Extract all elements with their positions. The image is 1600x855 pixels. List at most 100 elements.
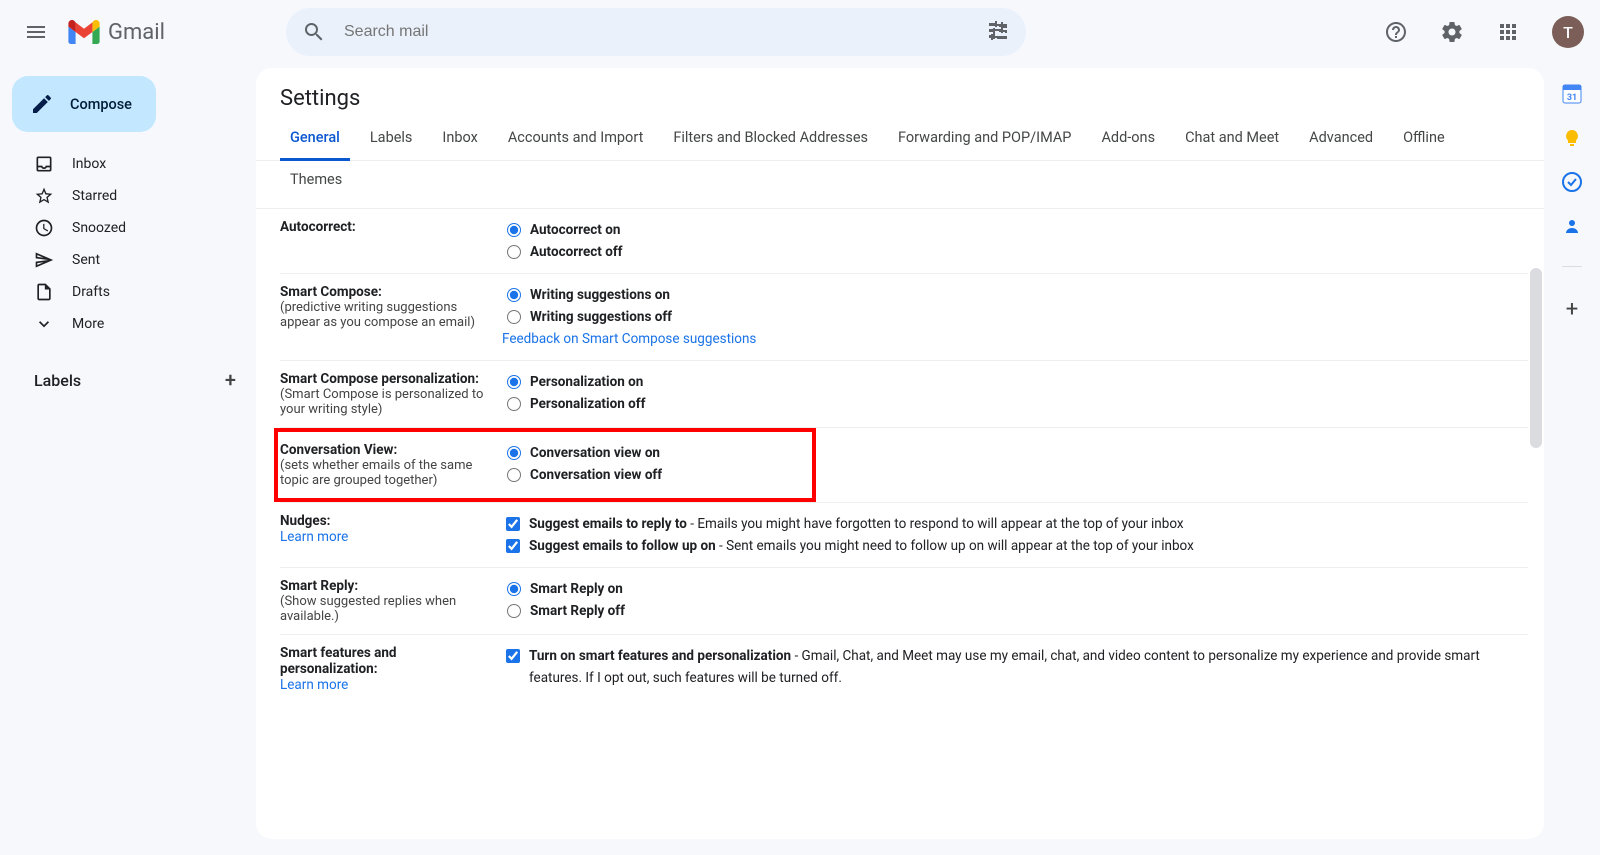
- tasks-icon[interactable]: [1562, 172, 1582, 192]
- setting-desc: (Smart Compose is personalized to your w…: [280, 387, 494, 417]
- setting-title: Autocorrect:: [280, 219, 494, 235]
- apps-icon[interactable]: [1488, 12, 1528, 52]
- option-label: Writing suggestions off: [530, 306, 672, 328]
- tab-themes[interactable]: Themes: [280, 161, 352, 203]
- tab-accounts[interactable]: Accounts and Import: [498, 119, 653, 161]
- autocorrect-off-radio[interactable]: [507, 245, 521, 259]
- add-label-button[interactable]: +: [225, 368, 236, 392]
- option-label: Suggest emails to reply to: [529, 516, 687, 532]
- keep-icon[interactable]: [1562, 128, 1582, 148]
- setting-autocorrect: Autocorrect: Autocorrect on Autocorrect …: [280, 209, 1528, 274]
- conversation-view-off-radio[interactable]: [507, 468, 521, 482]
- main-menu-button[interactable]: [12, 8, 60, 56]
- smart-compose-on-radio[interactable]: [507, 288, 521, 302]
- setting-smart-compose: Smart Compose: (predictive writing sugge…: [280, 274, 1528, 361]
- separator: [1562, 266, 1582, 267]
- tab-addons[interactable]: Add-ons: [1091, 119, 1165, 161]
- clock-icon: [34, 218, 54, 238]
- settings-tabs-row2: Themes: [256, 161, 1544, 209]
- nav-inbox[interactable]: Inbox: [8, 148, 244, 180]
- tab-offline[interactable]: Offline: [1393, 119, 1455, 161]
- setting-desc: (sets whether emails of the same topic a…: [280, 458, 494, 488]
- setting-title: Smart Compose personalization:: [280, 371, 494, 387]
- search-options-icon[interactable]: [978, 12, 1018, 52]
- get-addons-button[interactable]: +: [1566, 297, 1578, 322]
- calendar-icon[interactable]: 31: [1562, 84, 1582, 104]
- nav-snoozed[interactable]: Snoozed: [8, 212, 244, 244]
- smart-compose-off-radio[interactable]: [507, 310, 521, 324]
- nav-sent[interactable]: Sent: [8, 244, 244, 276]
- setting-title: Nudges:: [280, 513, 494, 529]
- page-title: Settings: [256, 68, 1544, 119]
- send-icon: [34, 250, 54, 270]
- settings-icon[interactable]: [1432, 12, 1472, 52]
- setting-desc: (Show suggested replies when available.): [280, 594, 494, 624]
- tab-general[interactable]: General: [280, 119, 350, 161]
- option-label: Suggest emails to follow up on: [529, 538, 716, 554]
- compose-button[interactable]: Compose: [12, 76, 156, 132]
- option-label: Personalization on: [530, 371, 643, 393]
- personalization-on-radio[interactable]: [507, 375, 521, 389]
- settings-tabs: General Labels Inbox Accounts and Import…: [256, 119, 1544, 161]
- search-bar[interactable]: [286, 8, 1026, 56]
- option-label: Turn on smart features and personalizati…: [529, 648, 791, 664]
- tab-forwarding[interactable]: Forwarding and POP/IMAP: [888, 119, 1081, 161]
- option-label: Autocorrect on: [530, 219, 620, 241]
- nav-label: Inbox: [72, 156, 106, 172]
- contacts-icon[interactable]: [1562, 216, 1582, 236]
- app-name: Gmail: [108, 20, 165, 45]
- nav-drafts[interactable]: Drafts: [8, 276, 244, 308]
- conversation-view-on-radio[interactable]: [507, 446, 521, 460]
- search-input[interactable]: [342, 22, 970, 42]
- option-label: Conversation view off: [530, 464, 662, 486]
- svg-text:31: 31: [1567, 93, 1577, 103]
- tab-filters[interactable]: Filters and Blocked Addresses: [663, 119, 878, 161]
- autocorrect-on-radio[interactable]: [507, 223, 521, 237]
- setting-nudges: Nudges: Learn more Suggest emails to rep…: [280, 503, 1528, 568]
- nav-label: Snoozed: [72, 220, 126, 236]
- scrollbar[interactable]: [1530, 268, 1542, 448]
- account-avatar[interactable]: T: [1552, 16, 1584, 48]
- nav-more[interactable]: More: [8, 308, 244, 340]
- smart-features-checkbox[interactable]: [506, 649, 520, 663]
- personalization-off-radio[interactable]: [507, 397, 521, 411]
- tab-chat[interactable]: Chat and Meet: [1175, 119, 1289, 161]
- nudges-learn-more-link[interactable]: Learn more: [280, 529, 348, 545]
- nudges-followup-checkbox[interactable]: [506, 539, 520, 553]
- nudges-reply-checkbox[interactable]: [506, 517, 520, 531]
- option-label: Writing suggestions on: [530, 284, 670, 306]
- star-icon: [34, 186, 54, 206]
- option-label: Personalization off: [530, 393, 645, 415]
- option-label: Conversation view on: [530, 442, 660, 464]
- nav-label: Sent: [72, 252, 100, 268]
- nav-starred[interactable]: Starred: [8, 180, 244, 212]
- compose-label: Compose: [70, 96, 132, 113]
- option-desc: - Sent emails you might need to follow u…: [716, 538, 1194, 554]
- setting-conversation-view: Conversation View: (sets whether emails …: [280, 438, 812, 492]
- nav-label: Drafts: [72, 284, 110, 300]
- support-icon[interactable]: [1376, 12, 1416, 52]
- setting-desc: (predictive writing suggestions appear a…: [280, 300, 494, 330]
- option-label: Autocorrect off: [530, 241, 623, 263]
- tab-labels[interactable]: Labels: [360, 119, 423, 161]
- draft-icon: [34, 282, 54, 302]
- smart-reply-off-radio[interactable]: [507, 604, 521, 618]
- search-icon[interactable]: [294, 12, 334, 52]
- smart-features-learn-more-link[interactable]: Learn more: [280, 677, 348, 693]
- setting-smart-reply: Smart Reply: (Show suggested replies whe…: [280, 568, 1528, 635]
- setting-smart-features: Smart features and personalization: Lear…: [280, 635, 1528, 703]
- tab-advanced[interactable]: Advanced: [1299, 119, 1383, 161]
- setting-title: Smart Compose:: [280, 284, 494, 300]
- labels-heading: Labels: [34, 371, 81, 390]
- smart-reply-on-radio[interactable]: [507, 582, 521, 596]
- setting-title: Conversation View:: [280, 442, 494, 458]
- gmail-logo[interactable]: Gmail: [68, 20, 268, 45]
- nav-label: More: [72, 316, 104, 332]
- nav-label: Starred: [72, 188, 117, 204]
- conversation-view-highlight: Conversation View: (sets whether emails …: [274, 428, 816, 502]
- option-label: Smart Reply on: [530, 578, 623, 600]
- smart-compose-feedback-link[interactable]: Feedback on Smart Compose suggestions: [502, 328, 756, 350]
- option-label: Smart Reply off: [530, 600, 625, 622]
- inbox-icon: [34, 154, 54, 174]
- tab-inbox[interactable]: Inbox: [432, 119, 487, 161]
